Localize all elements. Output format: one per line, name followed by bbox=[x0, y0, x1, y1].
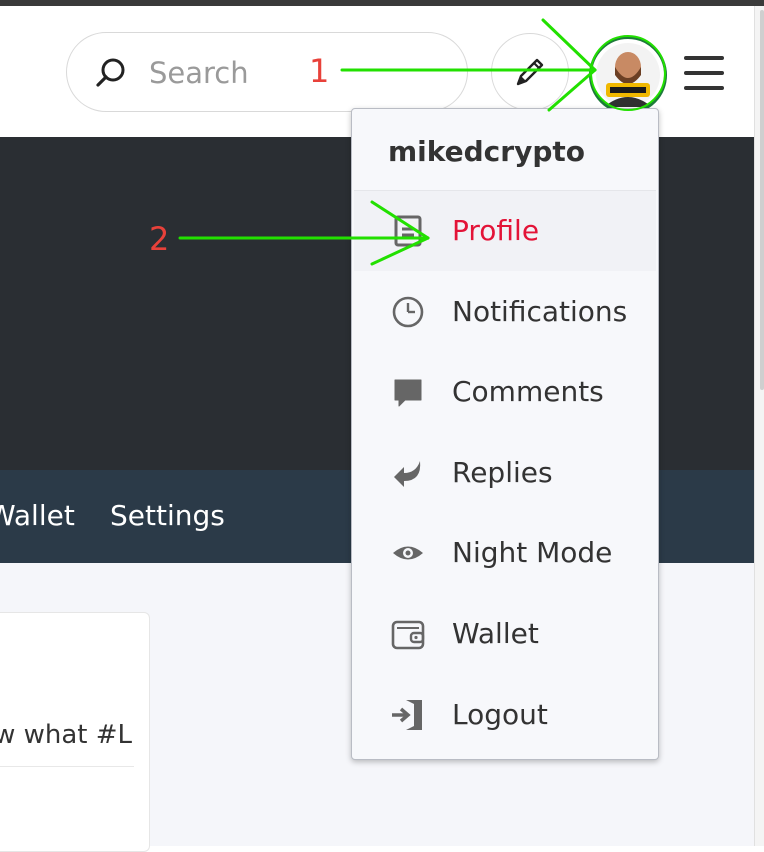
comment-icon bbox=[394, 379, 422, 407]
menu-label-notifications: Notifications bbox=[452, 295, 628, 328]
menu-item-comments[interactable]: Comments bbox=[354, 352, 656, 432]
menu-item-notifications[interactable]: Notifications bbox=[354, 272, 656, 352]
card-divider bbox=[0, 766, 134, 767]
reply-icon bbox=[394, 461, 421, 487]
menu-item-replies[interactable]: Replies bbox=[354, 433, 656, 513]
wallet-icon bbox=[391, 620, 425, 650]
scrollbar-thumb[interactable] bbox=[760, 10, 764, 390]
avatar[interactable] bbox=[589, 36, 667, 114]
nav-wallet[interactable]: Wallet bbox=[0, 498, 75, 534]
eye-icon bbox=[393, 546, 423, 560]
write-post-button[interactable] bbox=[491, 33, 569, 111]
step-number-1: 1 bbox=[309, 52, 330, 90]
menu-label-comments: Comments bbox=[452, 375, 604, 408]
profile-icon bbox=[394, 215, 422, 247]
step-number-2: 2 bbox=[149, 220, 170, 258]
menu-label-profile: Profile bbox=[452, 214, 540, 247]
search-bar[interactable]: Search bbox=[66, 32, 468, 112]
dropdown-username: mikedcrypto bbox=[388, 135, 585, 168]
logout-icon bbox=[392, 700, 422, 730]
hamburger-icon[interactable] bbox=[684, 56, 724, 90]
menu-item-logout[interactable]: Logout bbox=[354, 675, 656, 755]
search-icon bbox=[96, 58, 125, 87]
menu-label-replies: Replies bbox=[452, 456, 553, 489]
menu-label-logout: Logout bbox=[452, 698, 548, 731]
pencil-icon bbox=[516, 58, 544, 86]
nav-settings[interactable]: Settings bbox=[110, 498, 225, 534]
menu-item-profile[interactable]: Profile bbox=[354, 191, 656, 271]
clock-icon bbox=[392, 296, 424, 328]
menu-item-night-mode[interactable]: Night Mode bbox=[354, 513, 656, 593]
search-input[interactable]: Search bbox=[149, 55, 249, 91]
avatar-image bbox=[596, 43, 660, 107]
menu-label-night-mode: Night Mode bbox=[452, 536, 613, 569]
menu-item-wallet[interactable]: Wallet bbox=[354, 594, 656, 674]
post-snippet[interactable]: w what #L… bbox=[0, 718, 132, 752]
menu-label-wallet: Wallet bbox=[452, 617, 539, 650]
